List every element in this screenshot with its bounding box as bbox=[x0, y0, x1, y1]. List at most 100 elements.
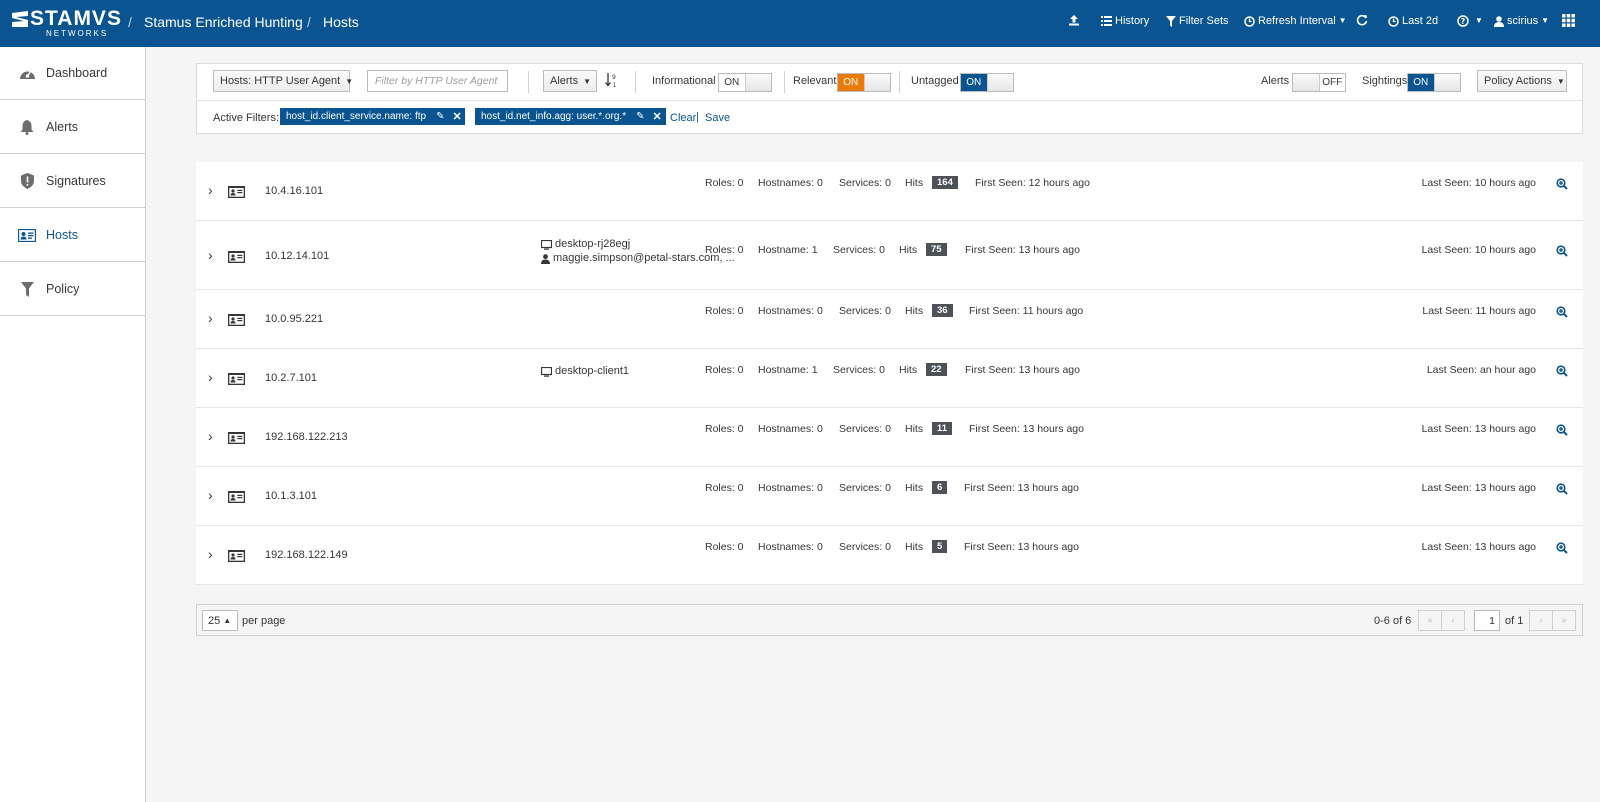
host-row[interactable]: › 192.168.122.149 Roles: 0 Hostnames: 0 Serv… bbox=[196, 526, 1583, 585]
host-ip[interactable]: 10.2.7.101 bbox=[265, 372, 317, 384]
zoom-icon[interactable] bbox=[1556, 483, 1568, 495]
host-row[interactable]: › 10.1.3.101 Roles: 0 Hostnames: 0 Services:… bbox=[196, 467, 1583, 526]
clear-filters-link[interactable]: Clear bbox=[670, 111, 696, 125]
field-select-label: Hosts: HTTP User Agent bbox=[220, 75, 341, 87]
services-count: Services: 0 bbox=[839, 541, 891, 553]
informational-toggle[interactable]: ON bbox=[718, 73, 772, 92]
toggle-state: ON bbox=[719, 74, 745, 91]
policy-actions-label: Policy Actions bbox=[1484, 75, 1552, 87]
divider bbox=[528, 71, 529, 93]
expand-chevron-icon[interactable]: › bbox=[208, 546, 213, 562]
breadcrumb-app[interactable]: Stamus Enriched Hunting bbox=[144, 14, 303, 30]
host-row[interactable]: › 10.12.14.101 desktop-rj28egj maggie.simps… bbox=[196, 221, 1583, 290]
pencil-icon[interactable]: ✎ bbox=[436, 111, 444, 122]
first-seen: First Seen: 13 hours ago bbox=[964, 541, 1079, 553]
host-row[interactable]: › 10.2.7.101 desktop-client1 Roles: 0 Hostna… bbox=[196, 349, 1583, 408]
refresh-icon bbox=[1356, 14, 1368, 26]
hits-label: Hits bbox=[905, 423, 924, 435]
hits-badge-wrap: 164 bbox=[932, 176, 958, 189]
breadcrumb-separator: / bbox=[307, 14, 311, 30]
logo-text: STAMVS bbox=[30, 7, 122, 30]
upload-button[interactable] bbox=[1068, 14, 1083, 26]
host-row[interactable]: › 10.4.16.101 Roles: 0 Hostnames: 0 Services… bbox=[196, 162, 1583, 221]
user-menu[interactable]: scirius ▼ bbox=[1494, 14, 1549, 28]
help-dropdown[interactable]: ? ▼ bbox=[1457, 14, 1483, 28]
time-range-button[interactable]: Last 2d bbox=[1388, 14, 1438, 28]
zoom-icon[interactable] bbox=[1556, 245, 1568, 257]
help-icon: ? bbox=[1457, 15, 1469, 27]
host-ip[interactable]: 10.0.95.221 bbox=[265, 313, 323, 325]
page-number-input[interactable]: 1 bbox=[1474, 610, 1500, 631]
top-navbar: STAMVS NETWORKS / Stamus Enriched Huntin… bbox=[0, 0, 1600, 47]
sidebar-item-dashboard[interactable]: Dashboard bbox=[0, 47, 145, 100]
expand-chevron-icon[interactable]: › bbox=[208, 487, 213, 503]
toggle-knob bbox=[1433, 74, 1460, 91]
sidebar-item-signatures[interactable]: Signatures bbox=[0, 155, 145, 208]
host-ip[interactable]: 192.168.122.149 bbox=[265, 549, 348, 561]
sidebar-item-alerts[interactable]: Alerts bbox=[0, 101, 145, 154]
toggle-knob bbox=[986, 74, 1013, 91]
host-ip[interactable]: 192.168.122.213 bbox=[265, 431, 348, 443]
hits-badge-wrap: 6 bbox=[932, 481, 948, 494]
zoom-icon[interactable] bbox=[1556, 178, 1568, 190]
host-ip[interactable]: 10.12.14.101 bbox=[265, 250, 329, 262]
per-page-value: 25 bbox=[208, 614, 221, 627]
close-icon[interactable]: ✕ bbox=[653, 110, 662, 123]
filter-sets-button[interactable]: Filter Sets bbox=[1166, 14, 1229, 28]
sightings-toggle[interactable]: ON bbox=[1407, 73, 1461, 92]
host-ip[interactable]: 10.1.3.101 bbox=[265, 490, 317, 502]
stamus-logo[interactable]: STAMVS NETWORKS bbox=[12, 8, 121, 38]
zoom-icon[interactable] bbox=[1556, 424, 1568, 436]
sort-numeric-icon[interactable]: 9 1 bbox=[605, 73, 618, 88]
expand-chevron-icon[interactable]: › bbox=[208, 310, 213, 326]
close-icon[interactable]: ✕ bbox=[452, 110, 461, 123]
filter-sets-label: Filter Sets bbox=[1179, 15, 1229, 27]
history-button[interactable]: History bbox=[1101, 14, 1149, 28]
app-grid-button[interactable] bbox=[1562, 14, 1578, 27]
first-seen: First Seen: 13 hours ago bbox=[965, 244, 1080, 256]
id-card-icon bbox=[18, 226, 36, 244]
user-agent-filter-input[interactable]: Filter by HTTP User Agent bbox=[367, 70, 508, 92]
previous-page-button[interactable]: ‹ bbox=[1441, 610, 1465, 631]
save-filters-link[interactable]: Save bbox=[705, 111, 730, 125]
expand-chevron-icon[interactable]: › bbox=[208, 182, 213, 198]
pencil-icon[interactable]: ✎ bbox=[636, 111, 644, 122]
toggle-knob bbox=[863, 74, 890, 91]
zoom-icon[interactable] bbox=[1556, 306, 1568, 318]
refresh-button[interactable] bbox=[1356, 14, 1371, 26]
services-count: Services: 0 bbox=[839, 305, 891, 317]
chevron-up-icon: ▲ bbox=[223, 616, 232, 625]
hits-label: Hits bbox=[905, 305, 924, 317]
expand-chevron-icon[interactable]: › bbox=[208, 247, 213, 263]
relevant-label: Relevant bbox=[793, 75, 837, 87]
last-page-button[interactable]: » bbox=[1552, 610, 1576, 631]
zoom-icon[interactable] bbox=[1556, 365, 1568, 377]
host-row[interactable]: › 10.0.95.221 Roles: 0 Hostnames: 0 Services… bbox=[196, 290, 1583, 349]
roles-count: Roles: 0 bbox=[705, 541, 744, 553]
toggle-state: ON bbox=[961, 74, 987, 91]
host-row[interactable]: › 192.168.122.213 Roles: 0 Hostnames: 0 Serv… bbox=[196, 408, 1583, 467]
user-icon bbox=[541, 253, 550, 264]
expand-chevron-icon[interactable]: › bbox=[208, 428, 213, 444]
hits-label: Hits bbox=[899, 244, 918, 256]
untagged-toggle[interactable]: ON bbox=[960, 73, 1014, 92]
alerts-toggle[interactable]: OFF bbox=[1292, 73, 1346, 92]
sort-select-dropdown[interactable]: Alerts ▼ bbox=[543, 70, 597, 92]
hits-label: Hits bbox=[899, 364, 918, 376]
next-page-button[interactable]: › bbox=[1529, 610, 1553, 631]
sidebar-item-label: Policy bbox=[46, 282, 80, 296]
sidebar-item-hosts[interactable]: Hosts bbox=[0, 209, 145, 262]
expand-chevron-icon[interactable]: › bbox=[208, 369, 213, 385]
relevant-toggle[interactable]: ON bbox=[837, 73, 891, 92]
field-select-dropdown[interactable]: Hosts: HTTP User Agent ▼ bbox=[213, 70, 353, 92]
host-ip[interactable]: 10.4.16.101 bbox=[265, 185, 323, 197]
sidebar-item-policy[interactable]: Policy bbox=[0, 263, 145, 316]
sidebar: Dashboard Alerts Signatures Hosts Policy bbox=[0, 47, 146, 802]
zoom-icon[interactable] bbox=[1556, 542, 1568, 554]
per-page-dropdown[interactable]: 25 ▲ bbox=[202, 610, 238, 631]
first-page-button[interactable]: « bbox=[1418, 610, 1442, 631]
toggle-state: OFF bbox=[1319, 74, 1345, 91]
policy-actions-dropdown[interactable]: Policy Actions ▼ bbox=[1477, 70, 1567, 92]
first-seen: First Seen: 13 hours ago bbox=[965, 364, 1080, 376]
refresh-interval-dropdown[interactable]: Refresh Interval ▼ bbox=[1244, 14, 1347, 28]
